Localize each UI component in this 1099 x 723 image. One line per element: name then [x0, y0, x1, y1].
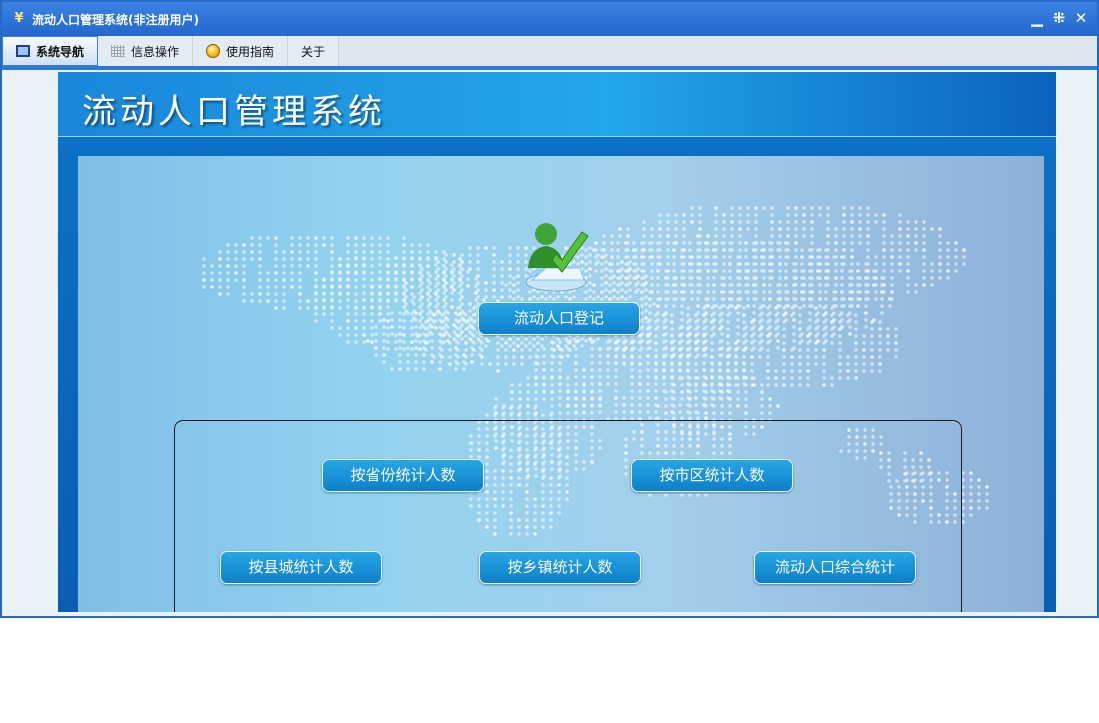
tab-about[interactable]: 关于 [288, 36, 340, 66]
window-controls: ▁ ⁜ ✕ [1029, 9, 1089, 27]
grid-icon [111, 45, 126, 57]
app-logo-icon: ¥ [14, 11, 24, 26]
stats-by-town-button[interactable]: 按乡镇统计人数 [479, 551, 641, 584]
stats-by-city-button[interactable]: 按市区统计人数 [631, 459, 793, 492]
tab-user-guide[interactable]: 使用指南 [193, 36, 289, 66]
tab-label: 系统导航 [36, 44, 85, 59]
title-bar[interactable]: ¥ 流动人口管理系统(非注册用户) ▁ ⁜ ✕ [2, 2, 1097, 36]
tab-label: 使用指南 [226, 44, 275, 59]
main-content: 流动人口管理系统 流动人口登记 按省份统计人数 按市区统计人数 按县城统计人数 … [58, 72, 1056, 612]
page-title: 流动人口管理系统 [82, 92, 386, 132]
close-icon[interactable]: ✕ [1073, 9, 1089, 27]
tab-label: 关于 [301, 44, 326, 59]
menu-bar: 系统导航 信息操作 使用指南 关于 [2, 36, 1097, 70]
tab-label: 信息操作 [131, 44, 180, 59]
restore-icon[interactable]: ⁜ [1051, 9, 1067, 27]
comprehensive-stats-button[interactable]: 流动人口综合统计 [754, 551, 916, 584]
header-banner: 流动人口管理系统 [58, 72, 1056, 137]
tab-system-navigation[interactable]: 系统导航 [2, 36, 99, 66]
monitor-icon [16, 45, 30, 57]
minimize-icon[interactable]: ▁ [1029, 9, 1045, 27]
register-button[interactable]: 流动人口登记 [478, 302, 640, 335]
tab-info-operation[interactable]: 信息操作 [98, 36, 194, 66]
stats-by-province-button[interactable]: 按省份统计人数 [322, 459, 484, 492]
help-icon [206, 44, 221, 58]
app-window: ¥ 流动人口管理系统(非注册用户) ▁ ⁜ ✕ 系统导航 信息操作 使用指南 关… [0, 0, 1099, 618]
window-title: 流动人口管理系统(非注册用户) [32, 12, 199, 27]
navigation-panel: 流动人口登记 按省份统计人数 按市区统计人数 按县城统计人数 按乡镇统计人数 流… [78, 156, 1044, 612]
stats-by-county-button[interactable]: 按县城统计人数 [220, 551, 382, 584]
register-person-icon [525, 223, 589, 292]
